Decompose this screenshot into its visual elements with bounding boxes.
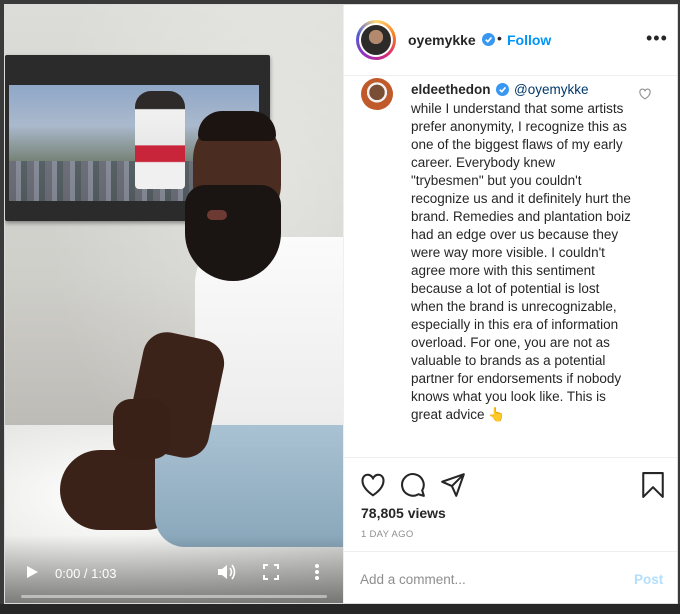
post-timestamp: 1 DAY AGO: [361, 529, 414, 540]
verified-icon: [482, 33, 495, 46]
play-icon[interactable]: [25, 565, 39, 579]
post-header: oyemykke • Follow •••: [344, 5, 677, 76]
video-time: 0:00 / 1:03: [55, 566, 117, 581]
follow-button[interactable]: Follow: [507, 32, 551, 48]
person-fist: [113, 399, 171, 459]
share-icon[interactable]: [440, 472, 466, 498]
comment-input[interactable]: [360, 572, 610, 587]
comment-username[interactable]: eldeethedon: [411, 82, 491, 97]
comment-mention[interactable]: @oyemykke: [514, 82, 588, 97]
person-beard: [185, 185, 281, 281]
comment-text: while I understand that some artists pre…: [411, 101, 631, 422]
comment-icon[interactable]: [400, 472, 426, 498]
person-hair: [198, 111, 276, 141]
avatar-image: [361, 25, 391, 55]
background-strip: [0, 604, 680, 614]
avatar-border: [359, 23, 393, 57]
fullscreen-icon[interactable]: [263, 564, 279, 580]
avatar[interactable]: [356, 20, 396, 60]
post-username[interactable]: oyemykke: [408, 32, 476, 48]
volume-icon[interactable]: [217, 563, 237, 581]
add-comment-bar: Post: [344, 551, 677, 603]
bookmark-icon[interactable]: [640, 472, 666, 498]
verified-icon: [496, 83, 509, 96]
person-mouth: [207, 210, 227, 220]
view-count[interactable]: 78,805 views: [361, 505, 446, 521]
options-icon[interactable]: •••: [646, 29, 668, 47]
separator-dot: •: [497, 30, 502, 46]
heart-icon[interactable]: [638, 88, 652, 100]
post-panel: oyemykke • Follow ••• eldeethedon @oyemy…: [343, 5, 677, 603]
video-progress-bar[interactable]: [21, 595, 327, 598]
comments-list[interactable]: eldeethedon @oyemykke while I understand…: [344, 76, 677, 456]
heart-icon[interactable]: [360, 472, 386, 498]
video-controls: 0:00 / 1:03: [5, 535, 343, 603]
post-modal: 0:00 / 1:03 oyemykke • Follow ••• eldeet…: [4, 4, 678, 604]
post-button[interactable]: Post: [634, 572, 663, 587]
more-vertical-icon[interactable]: [313, 563, 321, 581]
tv-figure: [135, 91, 185, 189]
video-player[interactable]: 0:00 / 1:03: [5, 5, 343, 603]
commenter-avatar[interactable]: [361, 78, 393, 110]
